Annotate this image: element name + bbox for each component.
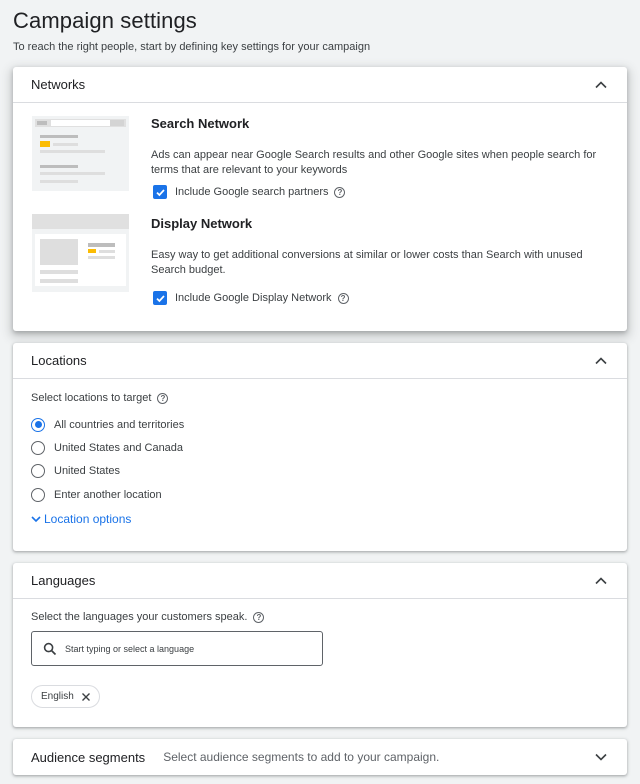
locations-card: Locations Select locations to target ? A…: [13, 343, 627, 551]
radio-button[interactable]: [31, 487, 45, 502]
locations-title: Locations: [31, 353, 87, 368]
audience-card: Audience segments Select audience segmen…: [13, 739, 627, 775]
languages-prompt-text: Select the languages your customers spea…: [31, 611, 248, 623]
locations-prompt: Select locations to target ?: [31, 392, 609, 404]
help-icon[interactable]: ?: [253, 611, 265, 623]
radio-label: United States and Canada: [54, 441, 184, 454]
radio-label: Enter another location: [54, 488, 162, 501]
networks-card: Networks Search Network Ads can appear n…: [13, 67, 627, 331]
search-partners-option[interactable]: Include Google search partners ?: [151, 185, 609, 199]
location-option-us[interactable]: United States: [31, 460, 609, 483]
networks-header[interactable]: Networks: [13, 67, 627, 103]
help-icon[interactable]: ?: [337, 292, 349, 304]
search-network-description: Ads can appear near Google Search result…: [151, 149, 597, 176]
locations-prompt-text: Select locations to target: [31, 392, 152, 404]
search-network-illustration: [32, 116, 129, 191]
radio-label: United States: [54, 465, 121, 478]
display-network-label: Include Google Display Network: [175, 292, 332, 304]
audience-header[interactable]: Audience segments Select audience segmen…: [13, 739, 627, 775]
language-search-box[interactable]: [31, 631, 323, 666]
display-network-option[interactable]: Include Google Display Network ?: [151, 291, 609, 305]
search-network-block: Search Network Ads can appear near Googl…: [151, 116, 609, 199]
language-search-input[interactable]: [65, 643, 305, 654]
chevron-down-icon[interactable]: [593, 749, 609, 765]
display-network-title: Display Network: [151, 216, 253, 231]
close-icon[interactable]: [81, 692, 91, 702]
search-partners-label: Include Google search partners: [175, 186, 329, 198]
radio-button[interactable]: [31, 440, 45, 455]
check-icon: [155, 188, 165, 196]
chevron-up-icon[interactable]: [593, 353, 609, 369]
location-option-all-countries[interactable]: All countries and territories: [31, 413, 609, 436]
languages-card: Languages Select the languages your cust…: [13, 563, 627, 727]
locations-header[interactable]: Locations: [13, 343, 627, 379]
help-icon[interactable]: ?: [157, 392, 169, 404]
languages-body: Select the languages your customers spea…: [13, 599, 627, 727]
display-network-checkbox[interactable]: [153, 291, 167, 305]
audience-title: Audience segments: [31, 749, 146, 765]
page-title: Campaign settings: [13, 8, 197, 33]
display-network-description: Easy way to get additional conversions a…: [151, 249, 583, 276]
radio-label: All countries and territories: [54, 418, 185, 431]
display-network-block: Display Network Easy way to get addition…: [151, 216, 609, 305]
page-subtitle: To reach the right people, start by defi…: [13, 41, 371, 53]
check-icon: [155, 294, 165, 302]
languages-prompt: Select the languages your customers spea…: [31, 611, 265, 623]
chevron-down-icon: [31, 516, 41, 523]
search-icon: [43, 642, 57, 655]
location-options-label: Location options: [44, 512, 132, 527]
help-icon[interactable]: ?: [334, 186, 346, 198]
chip-label: English: [41, 691, 74, 702]
search-partners-checkbox[interactable]: [153, 185, 167, 199]
languages-title: Languages: [31, 573, 96, 588]
search-network-title: Search Network: [151, 116, 250, 131]
language-chip-english[interactable]: English: [31, 685, 100, 708]
languages-header[interactable]: Languages: [13, 563, 627, 599]
location-options-link[interactable]: Location options: [29, 512, 609, 526]
networks-title: Networks: [31, 77, 86, 92]
chevron-up-icon[interactable]: [593, 77, 609, 93]
location-option-us-canada[interactable]: United States and Canada: [31, 436, 609, 459]
chevron-up-icon[interactable]: [593, 573, 609, 589]
networks-body: Search Network Ads can appear near Googl…: [13, 103, 627, 331]
location-radio-group: All countries and territories United Sta…: [31, 413, 609, 506]
audience-description: Select audience segments to add to your …: [163, 750, 440, 764]
radio-button[interactable]: [31, 464, 45, 479]
location-option-other[interactable]: Enter another location: [31, 483, 609, 506]
display-network-illustration: [32, 214, 129, 292]
locations-body: Select locations to target ? All countri…: [13, 379, 627, 526]
radio-button[interactable]: [31, 417, 45, 432]
